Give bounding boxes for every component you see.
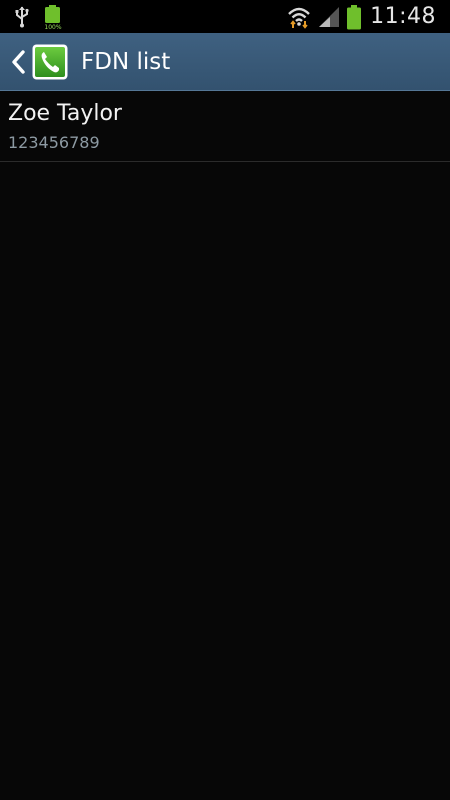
battery-full-notification-icon: 100% bbox=[44, 4, 62, 30]
contact-name: Zoe Taylor bbox=[8, 101, 122, 126]
contact-number: 123456789 bbox=[8, 133, 100, 152]
screen: 100% 11:48 FDN list Zoe Taylor 123456789 bbox=[0, 0, 450, 800]
status-bar: 100% 11:48 bbox=[0, 0, 450, 33]
signal-icon bbox=[319, 6, 340, 27]
page-title: FDN list bbox=[81, 48, 171, 75]
status-bar-right: 11:48 bbox=[287, 0, 436, 33]
chevron-left-icon bbox=[12, 49, 25, 74]
status-bar-clock: 11:48 bbox=[370, 4, 436, 29]
svg-text:100%: 100% bbox=[44, 24, 61, 30]
list-item[interactable]: Zoe Taylor 123456789 bbox=[0, 91, 450, 162]
status-bar-left: 100% bbox=[14, 0, 64, 33]
wifi-icon bbox=[288, 7, 310, 29]
action-bar: FDN list bbox=[0, 33, 450, 91]
fdn-list: Zoe Taylor 123456789 bbox=[0, 91, 450, 162]
back-button[interactable] bbox=[0, 33, 30, 90]
usb-icon bbox=[15, 6, 29, 27]
phone-app-icon[interactable] bbox=[32, 44, 68, 80]
battery-icon bbox=[347, 4, 362, 29]
